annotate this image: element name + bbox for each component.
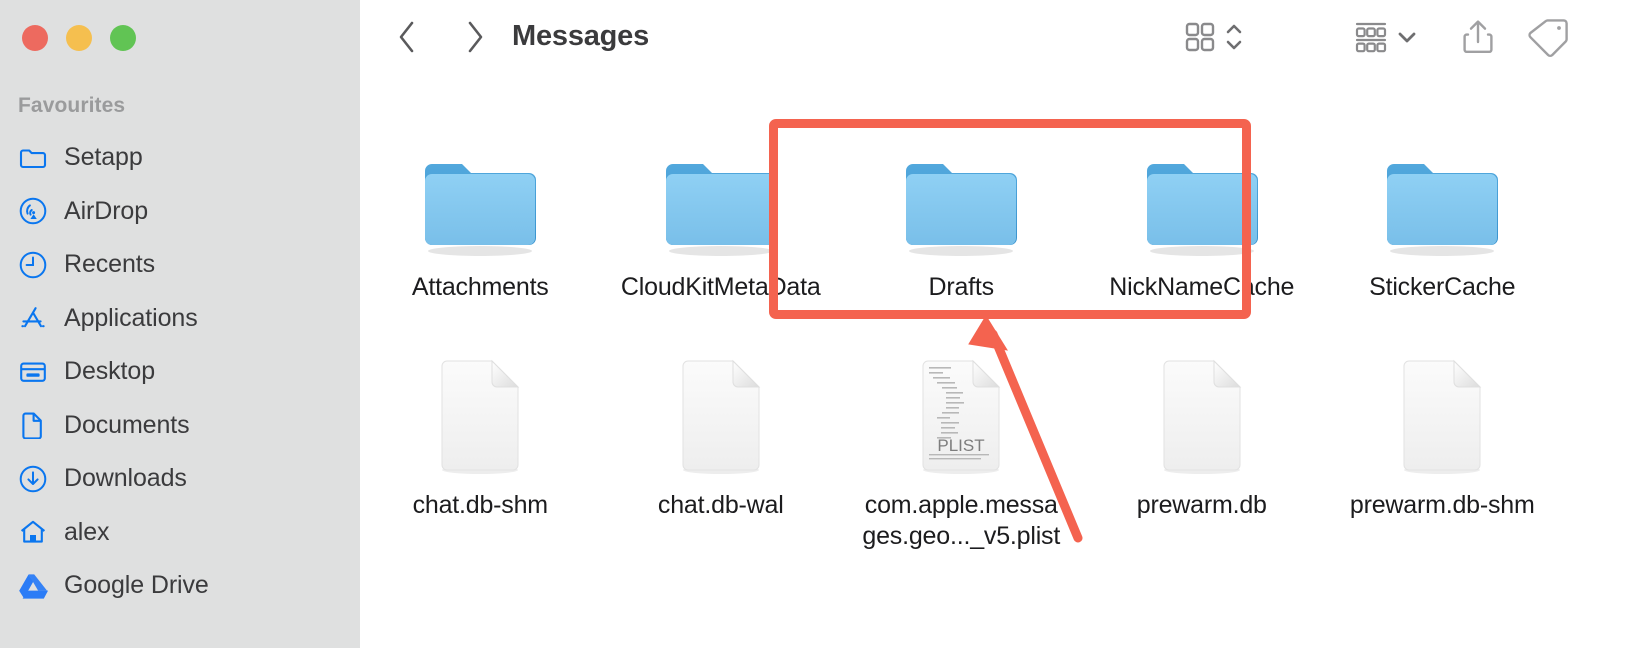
sidebar: Favourites Setapp AirDrop Recents Applic… bbox=[0, 0, 360, 648]
file-item[interactable]: chat.db-wal bbox=[601, 326, 842, 548]
airdrop-icon bbox=[18, 196, 48, 226]
sidebar-item-downloads[interactable]: Downloads bbox=[0, 452, 360, 506]
folder-icon bbox=[420, 142, 540, 258]
file-name: prewarm.db bbox=[1136, 491, 1267, 519]
sidebar-item-label: Recents bbox=[64, 250, 156, 279]
file-item[interactable]: prewarm.db-shm bbox=[1322, 326, 1563, 548]
tag-icon bbox=[1523, 16, 1569, 63]
file-item[interactable]: Drafts bbox=[841, 118, 1082, 326]
file-item[interactable]: chat.db-shm bbox=[360, 326, 601, 548]
applications-icon bbox=[18, 303, 48, 333]
folder-icon bbox=[901, 142, 1021, 258]
google-drive-icon bbox=[18, 571, 48, 601]
file-item[interactable]: NickNameCache bbox=[1082, 118, 1323, 326]
document-icon bbox=[1152, 359, 1252, 476]
toolbar: Messages bbox=[360, 0, 1638, 78]
sidebar-item-home[interactable]: alex bbox=[0, 506, 360, 560]
chevron-down-icon bbox=[1396, 26, 1418, 53]
close-window-button[interactable] bbox=[22, 25, 48, 51]
document-icon bbox=[430, 359, 530, 476]
sidebar-item-label: Google Drive bbox=[64, 571, 209, 600]
minimize-window-button[interactable] bbox=[66, 25, 92, 51]
tags-button[interactable] bbox=[1522, 14, 1570, 64]
zoom-window-button[interactable] bbox=[110, 25, 136, 51]
page-title: Messages bbox=[512, 20, 650, 52]
sidebar-section-title: Favourites bbox=[18, 94, 126, 117]
finder-window: Favourites Setapp AirDrop Recents Applic… bbox=[0, 0, 1638, 648]
sidebar-item-label: AirDrop bbox=[64, 196, 149, 225]
file-item[interactable]: StickerCache bbox=[1322, 118, 1563, 326]
sidebar-item-label: alex bbox=[64, 517, 110, 546]
content-area: Messages Attachments CloudKitMetaData Dr… bbox=[360, 0, 1638, 648]
sidebar-item-airdrop[interactable]: AirDrop bbox=[0, 185, 360, 239]
traffic-lights bbox=[22, 25, 136, 51]
folder-icon bbox=[661, 142, 781, 258]
file-item[interactable]: PLIST com.apple.messa ges.geo..._v5.plist bbox=[841, 326, 1082, 550]
sidebar-list: Setapp AirDrop Recents Applications Desk… bbox=[0, 131, 360, 613]
file-item[interactable]: prewarm.db bbox=[1082, 326, 1323, 548]
sidebar-item-applications[interactable]: Applications bbox=[0, 292, 360, 346]
share-button[interactable] bbox=[1454, 14, 1502, 64]
group-by-rows-icon bbox=[1352, 19, 1390, 60]
sidebar-item-recents[interactable]: Recents bbox=[0, 238, 360, 292]
file-name: StickerCache bbox=[1369, 273, 1516, 301]
file-name: Drafts bbox=[928, 273, 995, 301]
document-icon bbox=[1392, 359, 1492, 476]
file-grid: Attachments CloudKitMetaData Drafts Nick… bbox=[360, 118, 1638, 550]
sidebar-item-setapp[interactable]: Setapp bbox=[0, 131, 360, 185]
chevron-right-icon bbox=[464, 20, 486, 59]
sidebar-item-label: Documents bbox=[64, 410, 190, 439]
download-icon bbox=[18, 464, 48, 494]
sidebar-item-documents[interactable]: Documents bbox=[0, 399, 360, 453]
file-name: CloudKitMetaData bbox=[620, 273, 821, 301]
folder-icon bbox=[1382, 142, 1502, 258]
icon-view-grid-icon bbox=[1182, 19, 1218, 60]
sidebar-item-label: Downloads bbox=[64, 464, 187, 493]
home-icon bbox=[18, 517, 48, 547]
chevron-up-down-icon bbox=[1224, 18, 1244, 61]
sidebar-item-label: Applications bbox=[64, 303, 198, 332]
file-name: chat.db-wal bbox=[657, 491, 784, 519]
chevron-left-icon bbox=[396, 20, 418, 59]
plist-file-icon: PLIST bbox=[911, 359, 1011, 476]
folder-icon bbox=[1142, 142, 1262, 258]
file-name: chat.db-shm bbox=[412, 491, 549, 519]
file-name: Attachments bbox=[411, 273, 549, 301]
file-item[interactable]: Attachments bbox=[360, 118, 601, 326]
sidebar-item-google-drive[interactable]: Google Drive bbox=[0, 559, 360, 613]
group-by-button[interactable] bbox=[1352, 14, 1418, 64]
forward-button[interactable] bbox=[452, 16, 498, 62]
sidebar-item-label: Setapp bbox=[64, 143, 143, 172]
sidebar-item-desktop[interactable]: Desktop bbox=[0, 345, 360, 399]
sidebar-item-label: Desktop bbox=[64, 357, 156, 386]
desktop-icon bbox=[18, 357, 48, 387]
plist-badge-text: PLIST bbox=[938, 436, 985, 455]
view-mode-button[interactable] bbox=[1182, 14, 1244, 64]
file-item[interactable]: CloudKitMetaData bbox=[601, 118, 842, 326]
back-button[interactable] bbox=[384, 16, 430, 62]
document-icon bbox=[18, 410, 48, 440]
clock-icon bbox=[18, 250, 48, 280]
file-name: NickNameCache bbox=[1109, 273, 1295, 301]
file-name: prewarm.db-shm bbox=[1349, 491, 1535, 519]
share-icon bbox=[1461, 17, 1495, 62]
file-name: com.apple.messa ges.geo..._v5.plist bbox=[862, 491, 1061, 550]
document-icon bbox=[671, 359, 771, 476]
folder-icon bbox=[18, 143, 48, 173]
